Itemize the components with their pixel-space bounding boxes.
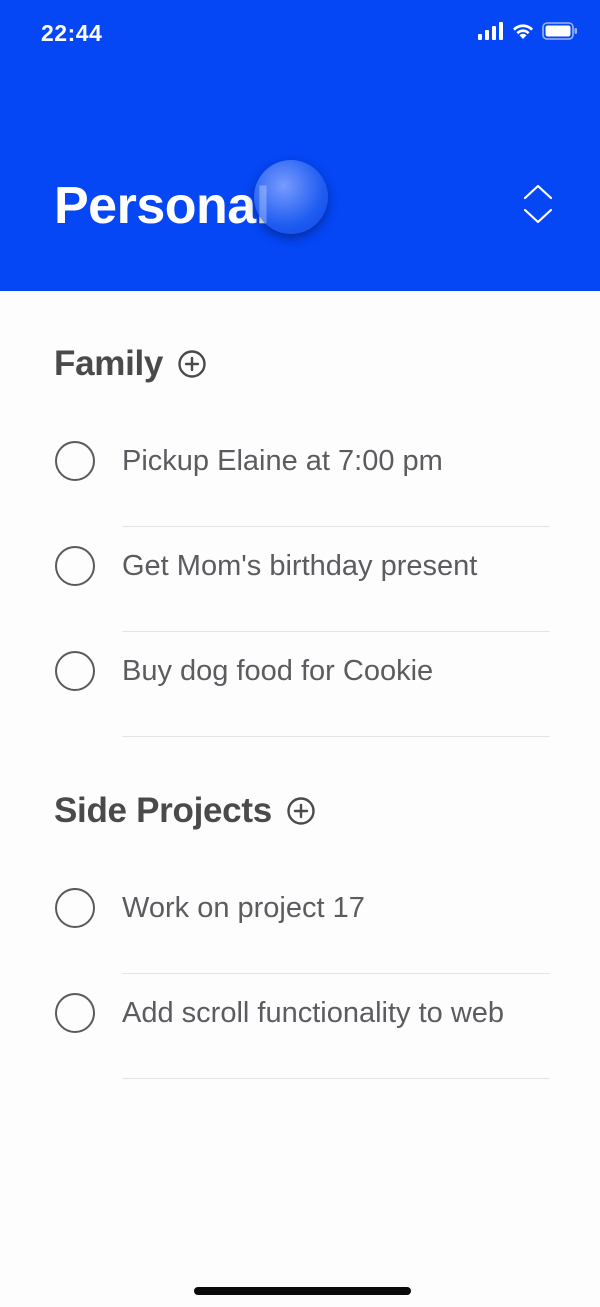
divider xyxy=(122,973,550,974)
chevron-up-down-icon[interactable] xyxy=(520,182,556,226)
plus-circle-icon[interactable] xyxy=(177,349,207,379)
task-label: Get Mom's birthday present xyxy=(122,550,478,582)
task-row[interactable]: Buy dog food for Cookie xyxy=(54,633,550,737)
section-title: Side Projects xyxy=(54,791,272,830)
divider xyxy=(122,526,550,527)
plus-circle-icon[interactable] xyxy=(286,796,316,826)
empty-circle-icon[interactable] xyxy=(55,441,95,481)
list-title: Personal xyxy=(54,177,270,235)
empty-circle-icon[interactable] xyxy=(55,651,95,691)
divider xyxy=(122,736,550,737)
task-row[interactable]: Add scroll functionality to web xyxy=(54,975,550,1079)
status-icons xyxy=(478,22,578,40)
divider xyxy=(122,631,550,632)
wifi-icon xyxy=(513,24,533,39)
divider xyxy=(122,1078,550,1079)
empty-circle-icon[interactable] xyxy=(55,546,95,586)
header-bar: 22:44 Personal xyxy=(0,0,600,291)
empty-circle-icon[interactable] xyxy=(55,888,95,928)
section-title: Family xyxy=(54,344,164,383)
touch-indicator xyxy=(254,160,328,234)
task-row[interactable]: Pickup Elaine at 7:00 pm xyxy=(54,423,550,527)
cellular-signal-icon xyxy=(478,22,503,40)
task-label: Work on project 17 xyxy=(122,892,365,924)
section-header-family: Family xyxy=(54,344,207,384)
task-label: Buy dog food for Cookie xyxy=(122,655,434,687)
task-row[interactable]: Work on project 17 xyxy=(54,870,550,974)
empty-circle-icon[interactable] xyxy=(55,993,95,1033)
status-time: 22:44 xyxy=(41,20,103,46)
task-label: Pickup Elaine at 7:00 pm xyxy=(122,445,443,477)
home-indicator[interactable] xyxy=(194,1287,411,1295)
task-row[interactable]: Get Mom's birthday present xyxy=(54,528,550,632)
section-header-side-projects: Side Projects xyxy=(54,791,316,831)
battery-icon xyxy=(542,22,577,40)
task-label: Add scroll functionality to web xyxy=(122,997,505,1029)
